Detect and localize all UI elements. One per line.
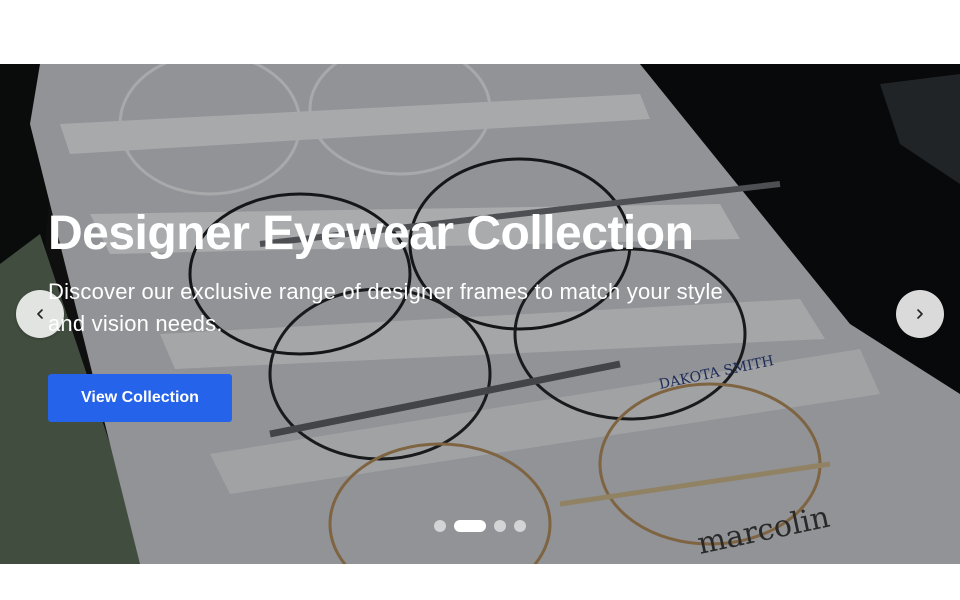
content-area — [0, 564, 960, 600]
hero-carousel: DAKOTA SMITH marcolin Designer Eyewear C… — [0, 64, 960, 564]
carousel-indicators — [434, 520, 526, 532]
carousel-prev-button[interactable] — [16, 290, 64, 338]
view-collection-button[interactable]: View Collection — [48, 374, 232, 422]
chevron-right-icon — [917, 309, 923, 319]
carousel-dot-1[interactable] — [434, 520, 446, 532]
hero-content: Designer Eyewear Collection Discover our… — [48, 204, 748, 422]
hero-title: Designer Eyewear Collection — [48, 207, 694, 260]
carousel-dot-4[interactable] — [514, 520, 526, 532]
carousel-next-button[interactable] — [896, 290, 944, 338]
carousel-dot-2[interactable] — [454, 520, 486, 532]
header-bar — [0, 0, 960, 64]
hero-subtitle: Discover our exclusive range of designer… — [48, 279, 723, 336]
carousel-dot-3[interactable] — [494, 520, 506, 532]
chevron-left-icon — [37, 309, 43, 319]
